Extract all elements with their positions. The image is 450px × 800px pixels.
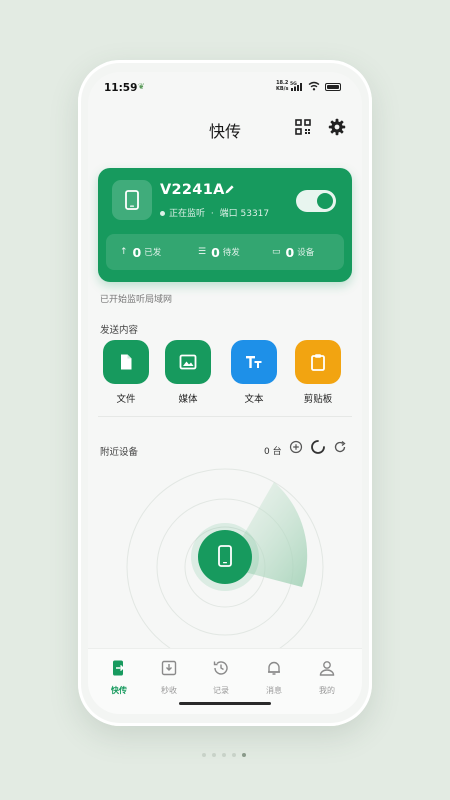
my-device-marker[interactable] (198, 530, 252, 584)
page-dot[interactable] (222, 753, 226, 757)
text-tile[interactable] (231, 340, 277, 384)
tab-transfer[interactable]: 快传 (99, 659, 139, 696)
clipboard-icon (311, 354, 325, 371)
tab-profile[interactable]: 我的 (307, 659, 347, 696)
stat-label: 已发 (144, 248, 162, 258)
status-separator: · (210, 209, 214, 219)
leaf-icon: ❦ (138, 82, 145, 91)
section-divider (98, 416, 352, 417)
device-status: 正在监听 · 端口 53317 (160, 206, 269, 219)
bell-icon (268, 661, 280, 675)
add-device-icon[interactable] (289, 440, 303, 454)
app-screen: 11:59 ❦ 18.2 KB/s 5G 快传 V2241A 正在监听 · 端口… (88, 72, 362, 714)
tab-label: 秒收 (161, 686, 177, 695)
net-speed-unit: KB/s (276, 85, 289, 92)
network-label: 5G (290, 81, 297, 87)
image-icon (179, 354, 197, 370)
battery-level (327, 85, 339, 89)
tab-label: 我的 (319, 686, 335, 695)
send-text-button[interactable]: 文本 (230, 340, 278, 405)
loading-spinner-icon (311, 440, 325, 454)
stats-bar: ↑ 0 已发 ☰ 0 待发 ▭ 0 设备 (106, 234, 344, 270)
tab-messages[interactable]: 消息 (254, 659, 294, 696)
listening-status: 已开始监听局域网 (100, 295, 173, 305)
user-icon (319, 661, 335, 676)
tab-history[interactable]: 记录 (201, 659, 241, 696)
send-section-label: 发送内容 (100, 325, 139, 336)
app-header: 快传 (88, 112, 362, 142)
page-dot[interactable] (242, 753, 246, 757)
stat-devices: ▭ 0 设备 (272, 234, 314, 270)
device-name[interactable]: V2241A (160, 182, 225, 198)
send-actions: 文件 媒体 文本 剪贴板 (88, 340, 362, 405)
action-label: 剪贴板 (303, 394, 333, 405)
send-media-button[interactable]: 媒体 (164, 340, 212, 405)
status-text: 正在监听 (169, 209, 206, 219)
status-dot (160, 211, 165, 216)
nearby-count: 0 台 (264, 447, 282, 457)
device-icon-tile (112, 180, 152, 220)
stat-label: 设备 (297, 248, 315, 258)
clipboard-tile[interactable] (295, 340, 341, 384)
phone-icon (218, 545, 232, 567)
status-bar: 11:59 ❦ 18.2 KB/s 5G (88, 72, 362, 100)
action-label: 文件 (116, 394, 136, 405)
home-indicator[interactable] (179, 702, 271, 705)
stat-sent: ↑ 0 已发 (120, 234, 161, 270)
wifi-icon (308, 81, 320, 91)
stat-label: 待发 (222, 248, 240, 258)
page-dot[interactable] (232, 753, 236, 757)
status-time: 11:59 (104, 82, 138, 94)
battery-icon (325, 83, 341, 91)
refresh-icon[interactable] (333, 440, 347, 454)
net-speed: 18.2 KB/s (276, 80, 289, 92)
stat-value: 0 (211, 244, 220, 260)
nearby-devices-label: 附近设备 (100, 447, 139, 458)
send-clipboard-button[interactable]: 剪贴板 (294, 340, 342, 405)
tab-receive[interactable]: 秒收 (149, 659, 189, 696)
tab-label: 快传 (111, 686, 127, 695)
qr-code-icon[interactable] (294, 118, 312, 136)
tab-label: 记录 (213, 686, 229, 695)
file-tile[interactable] (103, 340, 149, 384)
page-indicator (202, 753, 248, 759)
stat-value: 0 (285, 244, 295, 260)
stat-pending: ☰ 0 待发 (198, 234, 240, 270)
text-icon (246, 356, 262, 368)
page-dot[interactable] (212, 753, 216, 757)
transfer-icon (113, 660, 125, 676)
listen-toggle[interactable] (296, 190, 336, 212)
page-title: 快传 (208, 122, 241, 141)
port-text: 端口 53317 (219, 209, 270, 219)
tab-label: 消息 (266, 686, 282, 695)
action-label: 媒体 (178, 394, 198, 405)
devices-icon: ▭ (272, 247, 281, 257)
phone-icon (125, 190, 139, 210)
device-card: V2241A 正在监听 · 端口 53317 ↑ 0 已发 ☰ 0 待发 ▭ 0… (98, 168, 352, 282)
gear-icon[interactable] (328, 118, 346, 136)
arrow-up-icon: ↑ (120, 247, 128, 257)
signal-icon: 5G (290, 81, 302, 91)
send-file-button[interactable]: 文件 (102, 340, 150, 405)
checklist-icon: ☰ (198, 247, 207, 257)
history-icon (213, 661, 228, 675)
phone-frame: 11:59 ❦ 18.2 KB/s 5G 快传 V2241A 正在监听 · 端口… (78, 60, 372, 726)
action-label: 文本 (244, 394, 264, 405)
file-icon (121, 354, 132, 370)
pencil-icon[interactable] (224, 184, 235, 195)
stat-value: 0 (132, 244, 142, 260)
inbox-icon (161, 660, 177, 676)
page-dot[interactable] (202, 753, 206, 757)
toggle-knob (317, 193, 333, 209)
media-tile[interactable] (165, 340, 211, 384)
